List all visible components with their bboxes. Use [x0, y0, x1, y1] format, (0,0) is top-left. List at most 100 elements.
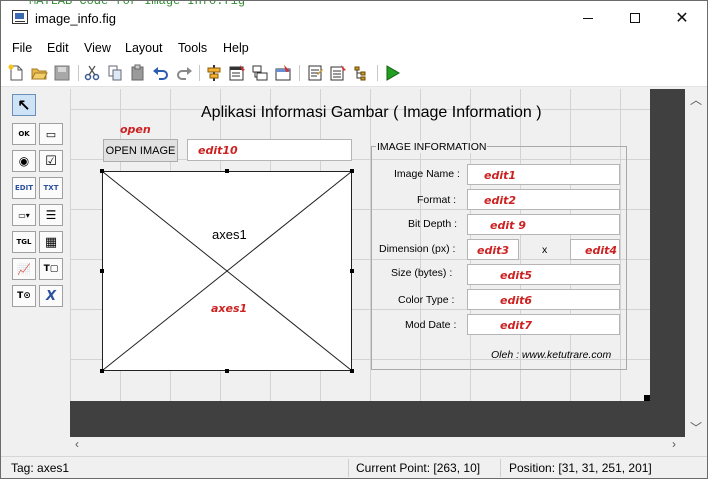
resize-handle[interactable] [100, 369, 104, 373]
credit-text: Oleh : www.ketutrare.com [491, 349, 612, 361]
mod-date-label: Mod Date : [405, 319, 457, 331]
open-folder-icon[interactable] [30, 64, 48, 82]
edit2-field[interactable]: edit2 [467, 189, 620, 210]
bit-depth-label: Bit Depth : [408, 218, 458, 230]
panel-tool[interactable]: T▢ [39, 258, 63, 280]
component-palette: ↖ OK ▭ ◉ ☑ EDIT TXT ▭▾ ☰ TGL ▦ 📈 T▢ T⊙ X [1, 87, 69, 455]
edit5-tag: edit5 [500, 269, 533, 282]
guide-window: MATLAB Code for Image Info.fig image_inf… [0, 0, 708, 479]
axes-name-text: axes1 [210, 227, 249, 242]
paste-icon[interactable] [129, 64, 147, 82]
axes-tool[interactable]: 📈 [12, 258, 36, 280]
checkbox-tool[interactable]: ☑ [39, 150, 63, 172]
menu-view[interactable]: View [84, 41, 111, 55]
title-bar: MATLAB Code for Image Info.fig image_inf… [1, 1, 707, 35]
menu-bar: File Edit View Layout Tools Help [1, 35, 707, 59]
status-separator [500, 459, 501, 477]
edit1-field[interactable]: edit1 [467, 164, 620, 185]
tab-order-icon[interactable] [251, 64, 269, 82]
static-text-tool[interactable]: TXT [39, 177, 63, 199]
maximize-icon [630, 13, 640, 23]
figure-title-text[interactable]: Aplikasi Informasi Gambar ( Image Inform… [201, 104, 542, 122]
horizontal-scrollbar[interactable]: ‹ › [70, 437, 685, 454]
undo-icon[interactable] [152, 64, 170, 82]
toolbar-separator [377, 65, 378, 81]
object-browser-icon[interactable] [352, 64, 370, 82]
edit6-field[interactable]: edit6 [467, 289, 620, 310]
edit2-tag: edit2 [484, 194, 517, 207]
toggle-button-tool[interactable]: TGL [12, 231, 36, 253]
figure-resize-handle[interactable] [644, 395, 650, 401]
edit7-field[interactable]: edit7 [467, 314, 620, 335]
open-image-button[interactable]: OPEN IMAGE [103, 139, 178, 162]
axes1-box[interactable]: axes1 axes1 [102, 171, 352, 371]
image-name-label: Image Name : [394, 168, 460, 180]
resize-handle[interactable] [350, 369, 354, 373]
size-label: Size (bytes) : [391, 267, 453, 279]
save-icon[interactable] [53, 64, 71, 82]
resize-handle[interactable] [225, 169, 229, 173]
edit9-tag: edit 9 [490, 219, 526, 232]
edit10-field[interactable]: edit10 [187, 139, 352, 161]
resize-handle[interactable] [100, 169, 104, 173]
edit5-field[interactable]: edit5 [467, 264, 620, 285]
menu-layout[interactable]: Layout [125, 41, 163, 55]
edit4-tag: edit4 [585, 244, 618, 257]
edit-text-tool[interactable]: EDIT [12, 177, 36, 199]
activex-tool[interactable]: X [39, 285, 63, 307]
toolbar-separator [78, 65, 79, 81]
button-group-tool[interactable]: T⊙ [12, 285, 36, 307]
slider-tool[interactable]: ▭ [39, 123, 63, 145]
minimize-icon [583, 17, 593, 19]
edit4-field[interactable]: edit4 [570, 239, 620, 260]
open-tag-label: open [120, 123, 151, 136]
close-button[interactable]: ✕ [659, 1, 705, 35]
resize-handle[interactable] [100, 269, 104, 273]
scroll-left-icon[interactable]: ‹ [75, 437, 79, 451]
align-icon[interactable] [205, 64, 223, 82]
background-code-text: MATLAB Code for Image Info.fig [29, 0, 246, 8]
status-bar: Tag: axes1 Current Point: [263, 10] Posi… [1, 456, 707, 478]
menu-edit[interactable]: Edit [47, 41, 69, 55]
scroll-up-icon[interactable]: ︿ [690, 91, 702, 108]
redo-icon[interactable] [175, 64, 193, 82]
close-icon: ✕ [675, 10, 689, 27]
select-tool[interactable]: ↖ [12, 94, 36, 116]
property-inspector-icon[interactable] [329, 64, 347, 82]
resize-handle[interactable] [225, 369, 229, 373]
edit10-tag: edit10 [198, 144, 238, 157]
new-file-icon[interactable] [7, 64, 25, 82]
minimize-button[interactable] [565, 1, 611, 35]
popup-menu-tool[interactable]: ▭▾ [12, 204, 36, 226]
status-separator [348, 459, 349, 477]
color-type-label: Color Type : [398, 294, 455, 306]
run-icon[interactable] [383, 64, 401, 82]
toolbar-editor-icon[interactable] [274, 64, 292, 82]
menu-file[interactable]: File [12, 41, 32, 55]
resize-handle[interactable] [350, 169, 354, 173]
editor-icon[interactable] [306, 64, 324, 82]
figure-grid[interactable]: Aplikasi Informasi Gambar ( Image Inform… [70, 89, 650, 401]
scroll-right-icon[interactable]: › [672, 437, 676, 451]
vertical-scrollbar[interactable]: ︿ ﹀ [685, 89, 707, 437]
axes-placeholder-cross [103, 172, 351, 370]
window-title: image_info.fig [35, 11, 116, 26]
dimension-label: Dimension (px) : [379, 243, 456, 255]
resize-handle[interactable] [350, 269, 354, 273]
table-tool[interactable]: ▦ [39, 231, 63, 253]
menu-help[interactable]: Help [223, 41, 249, 55]
scroll-down-icon[interactable]: ﹀ [690, 419, 702, 436]
push-button-tool[interactable]: OK [12, 123, 36, 145]
menu-tools[interactable]: Tools [178, 41, 207, 55]
status-current-point: Current Point: [263, 10] [356, 461, 481, 475]
edit7-tag: edit7 [500, 319, 533, 332]
edit3-field[interactable]: edit3 [467, 239, 519, 260]
cut-icon[interactable] [83, 64, 101, 82]
axes1-tag: axes1 [211, 302, 248, 315]
maximize-button[interactable] [612, 1, 658, 35]
menu-editor-icon[interactable] [228, 64, 246, 82]
copy-icon[interactable] [106, 64, 124, 82]
radio-button-tool[interactable]: ◉ [12, 150, 36, 172]
edit9-field[interactable]: edit 9 [467, 214, 620, 235]
listbox-tool[interactable]: ☰ [39, 204, 63, 226]
